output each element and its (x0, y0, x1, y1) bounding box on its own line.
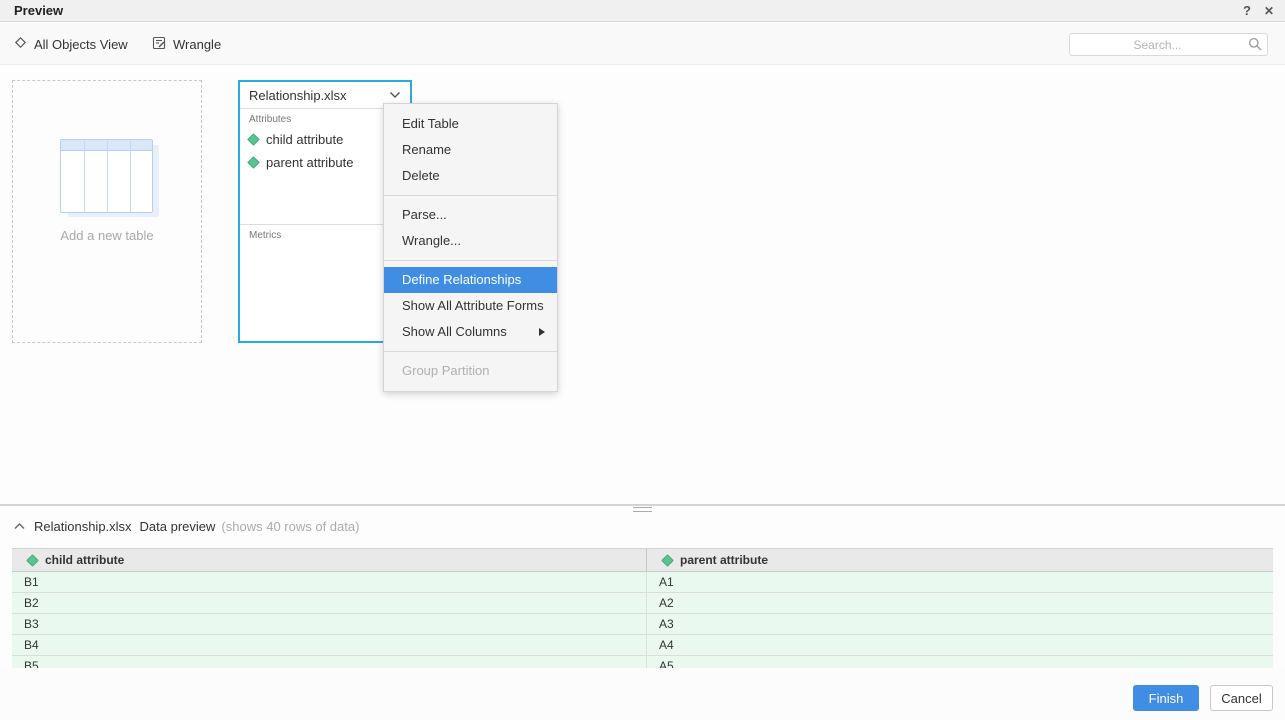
attributes-label: Attributes (249, 114, 401, 125)
table-card-title: Relationship.xlsx (249, 88, 389, 103)
table-cell: B5 (12, 656, 646, 668)
table-cell: A5 (646, 656, 1273, 668)
search-icon (1248, 37, 1262, 51)
menu-item-wrangle[interactable]: Wrangle... (384, 228, 557, 254)
wrangle-icon (152, 36, 166, 53)
table-row: B5 A5 (12, 656, 1273, 668)
attribute-diamond-icon (247, 133, 260, 146)
menu-item-group-partition: Group Partition (384, 358, 557, 384)
table-cell: A4 (646, 635, 1273, 655)
preview-table-header: child attribute parent attribute (12, 548, 1273, 572)
splitter-grip-icon (633, 507, 652, 512)
attribute-name: parent attribute (266, 155, 353, 170)
data-preview-header: Relationship.xlsx Data preview (shows 40… (0, 514, 1285, 538)
preview-rows-note: (shows 40 rows of data) (221, 519, 359, 534)
column-header-label: child attribute (45, 553, 124, 567)
attribute-item-parent[interactable]: parent attribute (249, 151, 401, 174)
titlebar: Preview ? ✕ (0, 0, 1285, 22)
column-header-child-attribute[interactable]: child attribute (12, 549, 646, 571)
menu-item-show-all-attribute-forms[interactable]: Show All Attribute Forms (384, 293, 557, 319)
window-title: Preview (14, 0, 63, 22)
preview-section-label: Data preview (140, 519, 216, 534)
menu-separator (384, 260, 557, 261)
diamond-outline-icon (14, 36, 27, 52)
wrangle-label: Wrangle (173, 37, 221, 52)
attribute-diamond-icon (661, 554, 674, 567)
menu-item-edit-table[interactable]: Edit Table (384, 111, 557, 137)
menu-item-define-relationships[interactable]: Define Relationships (384, 267, 557, 293)
table-row: B1 A1 (12, 572, 1273, 593)
all-objects-view-label: All Objects View (34, 37, 128, 52)
collapse-preview-button[interactable] (14, 523, 25, 530)
table-cell: A2 (646, 593, 1273, 613)
menu-item-show-all-columns[interactable]: Show All Columns (384, 319, 557, 345)
table-row: B3 A3 (12, 614, 1273, 635)
splitter-handle[interactable] (0, 504, 1285, 512)
submenu-arrow-icon (539, 328, 545, 336)
chevron-down-icon (389, 91, 401, 99)
close-icon[interactable]: ✕ (1261, 0, 1277, 22)
menu-separator (384, 351, 557, 352)
metrics-label: Metrics (249, 230, 401, 241)
table-cell: B4 (12, 635, 646, 655)
toolbar: All Objects View Wrangle (0, 23, 1285, 65)
table-row: B4 A4 (12, 635, 1273, 656)
attributes-list: child attribute parent attribute (249, 128, 401, 174)
table-cell: B2 (12, 593, 646, 613)
attribute-diamond-icon (247, 156, 260, 169)
preview-table-name: Relationship.xlsx (34, 519, 132, 534)
finish-button[interactable]: Finish (1133, 685, 1199, 711)
main-canvas: Add a new table Relationship.xlsx Attrib… (0, 65, 1285, 505)
menu-item-rename[interactable]: Rename (384, 137, 557, 163)
splitter-bar (0, 504, 1285, 506)
wrangle-button[interactable]: Wrangle (152, 23, 221, 65)
footer: Finish Cancel (0, 668, 1285, 720)
data-preview-table: child attribute parent attribute B1 A1 B… (12, 548, 1273, 668)
column-header-label: parent attribute (680, 553, 768, 567)
attribute-diamond-icon (26, 554, 39, 567)
attribute-item-child[interactable]: child attribute (249, 128, 401, 151)
attribute-name: child attribute (266, 132, 343, 147)
table-cell: A3 (646, 614, 1273, 634)
menu-separator (384, 195, 557, 196)
add-new-table-dropzone[interactable]: Add a new table (12, 80, 202, 343)
help-icon[interactable]: ? (1239, 0, 1255, 22)
cancel-button[interactable]: Cancel (1210, 685, 1273, 711)
add-new-table-label: Add a new table (13, 228, 201, 243)
all-objects-view-button[interactable]: All Objects View (14, 23, 128, 65)
table-icon (60, 139, 159, 217)
menu-item-delete[interactable]: Delete (384, 163, 557, 189)
menu-item-label: Show All Columns (402, 324, 507, 339)
chevron-up-icon (14, 523, 25, 530)
table-cell: B3 (12, 614, 646, 634)
search-input[interactable] (1069, 33, 1268, 56)
table-cell: B1 (12, 572, 646, 592)
search-box (1069, 33, 1268, 56)
preview-window: Preview ? ✕ All Objects View Wrangle (0, 0, 1285, 720)
table-context-menu: Edit Table Rename Delete Parse... Wrangl… (383, 103, 558, 392)
table-cell: A1 (646, 572, 1273, 592)
table-row: B2 A2 (12, 593, 1273, 614)
menu-item-parse[interactable]: Parse... (384, 202, 557, 228)
column-header-parent-attribute[interactable]: parent attribute (646, 549, 1273, 571)
